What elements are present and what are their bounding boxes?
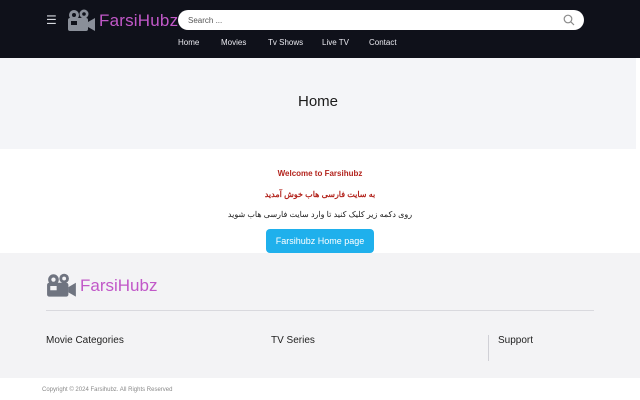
footer-logo[interactable]: FarsiHubz — [46, 273, 157, 299]
footer-bottom-bar: Copyright © 2024 Farsihubz. All Rights R… — [0, 378, 636, 400]
search-bar[interactable] — [178, 10, 584, 30]
home-page-button[interactable]: Farsihubz Home page — [266, 229, 374, 253]
footer-logo-text: FarsiHubz — [80, 276, 158, 295]
main-nav: Home Movies Tv Shows Live TV Contact — [0, 38, 640, 50]
footer-col-movie-categories: Movie Categories — [46, 335, 124, 346]
footer-col-tv-series: TV Series — [271, 335, 315, 346]
footer-col-separator — [488, 335, 489, 361]
menu-icon[interactable]: ☰ — [46, 14, 57, 26]
page-title: Home — [297, 93, 338, 110]
welcome-text: Welcome to Farsihubz — [277, 169, 363, 178]
search-input[interactable] — [188, 12, 558, 28]
nav-contact[interactable]: Contact — [369, 38, 397, 47]
nav-live-tv[interactable]: Live TV — [322, 38, 349, 47]
camera-icon — [47, 273, 76, 297]
site-logo[interactable]: FarsiHubz — [67, 9, 178, 33]
search-icon[interactable] — [563, 14, 575, 26]
site-header: ☰ FarsiHubz Home Movies Tv Shows Live TV… — [0, 0, 640, 58]
page-hero: Home — [0, 58, 636, 149]
site-footer: FarsiHubz Movie Categories TV Series Sup… — [0, 253, 640, 378]
nav-home[interactable]: Home — [178, 38, 199, 47]
instruction-text: روی دکمه زیر کلیک کنید تا وارد سایت فارس… — [227, 210, 413, 219]
main-content: Welcome to Farsihubz به سایت فارسی هاب خ… — [0, 149, 640, 253]
footer-col-support: Support — [498, 335, 534, 346]
nav-tv-shows[interactable]: Tv Shows — [268, 38, 303, 47]
footer-divider — [46, 310, 594, 311]
copyright-text: Copyright © 2024 Farsihubz. All Rights R… — [42, 387, 173, 393]
welcome-text-fa: به سایت فارسی هاب خوش آمدید — [264, 190, 376, 199]
nav-movies[interactable]: Movies — [221, 38, 246, 47]
camera-icon — [68, 9, 95, 31]
logo-text: FarsiHubz — [99, 11, 179, 30]
